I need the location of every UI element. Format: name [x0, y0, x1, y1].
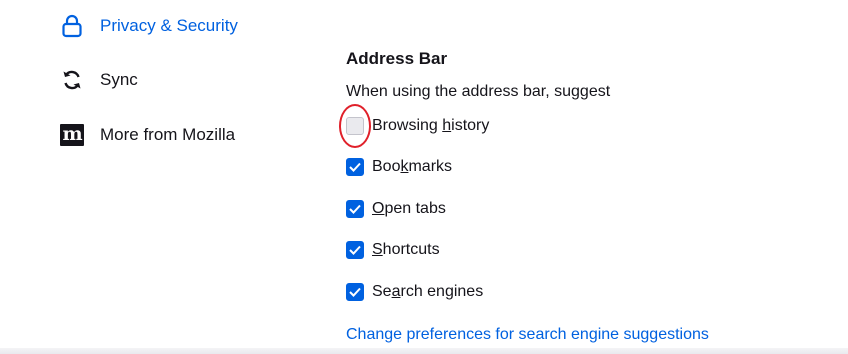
sidebar-item-privacy-security[interactable]: Privacy & Security	[60, 14, 238, 38]
option-label: Shortcuts	[372, 241, 440, 258]
checkmark-icon	[349, 287, 361, 297]
change-search-suggestions-link[interactable]: Change preferences for search engine sug…	[346, 326, 709, 344]
sync-icon	[60, 68, 84, 92]
browsing-history-option[interactable]: Browsing history	[346, 117, 489, 135]
open-tabs-option[interactable]: Open tabs	[346, 200, 446, 218]
section-title: Address Bar	[346, 49, 448, 68]
bottom-divider	[0, 348, 848, 354]
sidebar-item-sync[interactable]: Sync	[60, 68, 138, 92]
browsing-history-checkbox[interactable]	[346, 117, 364, 135]
section-description: When using the address bar, suggest	[346, 83, 611, 100]
sidebar-item-label: More from Mozilla	[100, 125, 236, 144]
bookmarks-option[interactable]: Bookmarks	[346, 158, 452, 176]
option-label: Open tabs	[372, 200, 446, 217]
sidebar-item-more-from-mozilla[interactable]: m More from Mozilla	[60, 123, 235, 147]
mozilla-logo-icon: m	[60, 123, 84, 147]
checkmark-icon	[349, 162, 361, 172]
checkmark-icon	[349, 204, 361, 214]
bookmarks-checkbox[interactable]	[346, 158, 364, 176]
option-label: Search engines	[372, 283, 484, 300]
sidebar-item-label: Privacy & Security	[100, 16, 238, 35]
option-label: Browsing history	[372, 117, 490, 134]
search-engines-checkbox[interactable]	[346, 283, 364, 301]
lock-icon	[60, 14, 84, 38]
search-engines-option[interactable]: Search engines	[346, 283, 483, 301]
open-tabs-checkbox[interactable]	[346, 200, 364, 218]
checkmark-icon	[349, 245, 361, 255]
sidebar-item-label: Sync	[100, 70, 138, 89]
preferences-page: Privacy & Security Sync m More from Mozi…	[0, 0, 848, 354]
option-label: Bookmarks	[372, 158, 453, 175]
shortcuts-checkbox[interactable]	[346, 241, 364, 259]
shortcuts-option[interactable]: Shortcuts	[346, 241, 440, 259]
